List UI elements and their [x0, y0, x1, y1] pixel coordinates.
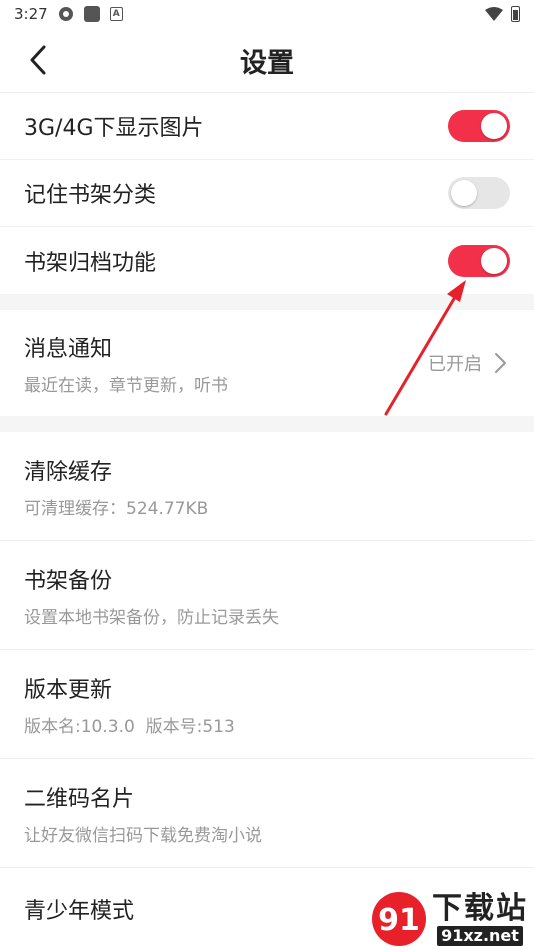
notification-status: 已开启 [428, 354, 482, 375]
watermark-en: 91xz.net [437, 926, 523, 946]
app-square-icon [83, 6, 100, 22]
watermark-logo-icon: 91 [372, 892, 426, 946]
app-a-icon: A [109, 7, 123, 21]
qr-card-row[interactable]: 二维码名片 让好友微信扫码下载免费淘小说 [0, 759, 534, 868]
setting-label: 书架归档功能 [24, 250, 157, 276]
item-subtitle: 设置本地书架备份，防止记录丢失 [24, 607, 279, 628]
item-title: 二维码名片 [24, 786, 135, 812]
section-divider [0, 294, 534, 310]
back-button[interactable] [20, 42, 56, 78]
header: 设置 [0, 28, 534, 93]
toggle-knob [451, 180, 477, 206]
setting-row-archive: 书架归档功能 [0, 227, 534, 294]
shelf-backup-row[interactable]: 书架备份 设置本地书架备份，防止记录丢失 [0, 541, 534, 650]
watermark: 91 下载站 91xz.net [370, 890, 528, 948]
item-subtitle: 可清理缓存：524.77KB [24, 498, 209, 519]
status-time: 3:27 [14, 5, 48, 23]
notification-section: 消息通知 最近在读，章节更新，听书 已开启 [0, 310, 534, 416]
section-divider [0, 416, 534, 432]
chevron-left-icon [30, 45, 46, 75]
toggle-section: 3G/4G下显示图片 记住书架分类 书架归档功能 [0, 93, 534, 294]
settings-list: 清除缓存 可清理缓存：524.77KB 书架备份 设置本地书架备份，防止记录丢失… [0, 432, 534, 950]
setting-label: 3G/4G下显示图片 [24, 116, 204, 141]
item-subtitle: 让好友微信扫码下载免费淘小说 [24, 825, 262, 846]
item-subtitle: 版本名:10.3.0 版本号:513 [24, 716, 235, 737]
setting-row-images: 3G/4G下显示图片 [0, 93, 534, 160]
remember-shelf-toggle[interactable] [448, 177, 510, 209]
toggle-knob [481, 113, 507, 139]
version-update-row[interactable]: 版本更新 版本名:10.3.0 版本号:513 [0, 650, 534, 759]
battery-icon [511, 6, 520, 22]
setting-row-remember-shelf: 记住书架分类 [0, 160, 534, 227]
item-title: 清除缓存 [24, 459, 113, 485]
clear-cache-row[interactable]: 清除缓存 可清理缓存：524.77KB [0, 432, 534, 541]
page-title: 设置 [240, 47, 294, 79]
status-bar: 3:27 A [0, 0, 534, 28]
archive-toggle[interactable] [448, 244, 510, 277]
item-title: 书架备份 [24, 568, 113, 594]
toggle-knob [481, 247, 507, 274]
aperture-icon [58, 7, 73, 21]
setting-label: 记住书架分类 [24, 183, 157, 208]
notification-row[interactable]: 消息通知 最近在读，章节更新，听书 已开启 [0, 310, 534, 416]
chevron-right-icon [495, 353, 506, 373]
watermark-cn: 下载站 [432, 891, 528, 926]
images-toggle[interactable] [448, 110, 510, 142]
item-title: 版本更新 [24, 677, 113, 703]
svg-text:91: 91 [378, 903, 420, 938]
wifi-icon [485, 7, 503, 21]
